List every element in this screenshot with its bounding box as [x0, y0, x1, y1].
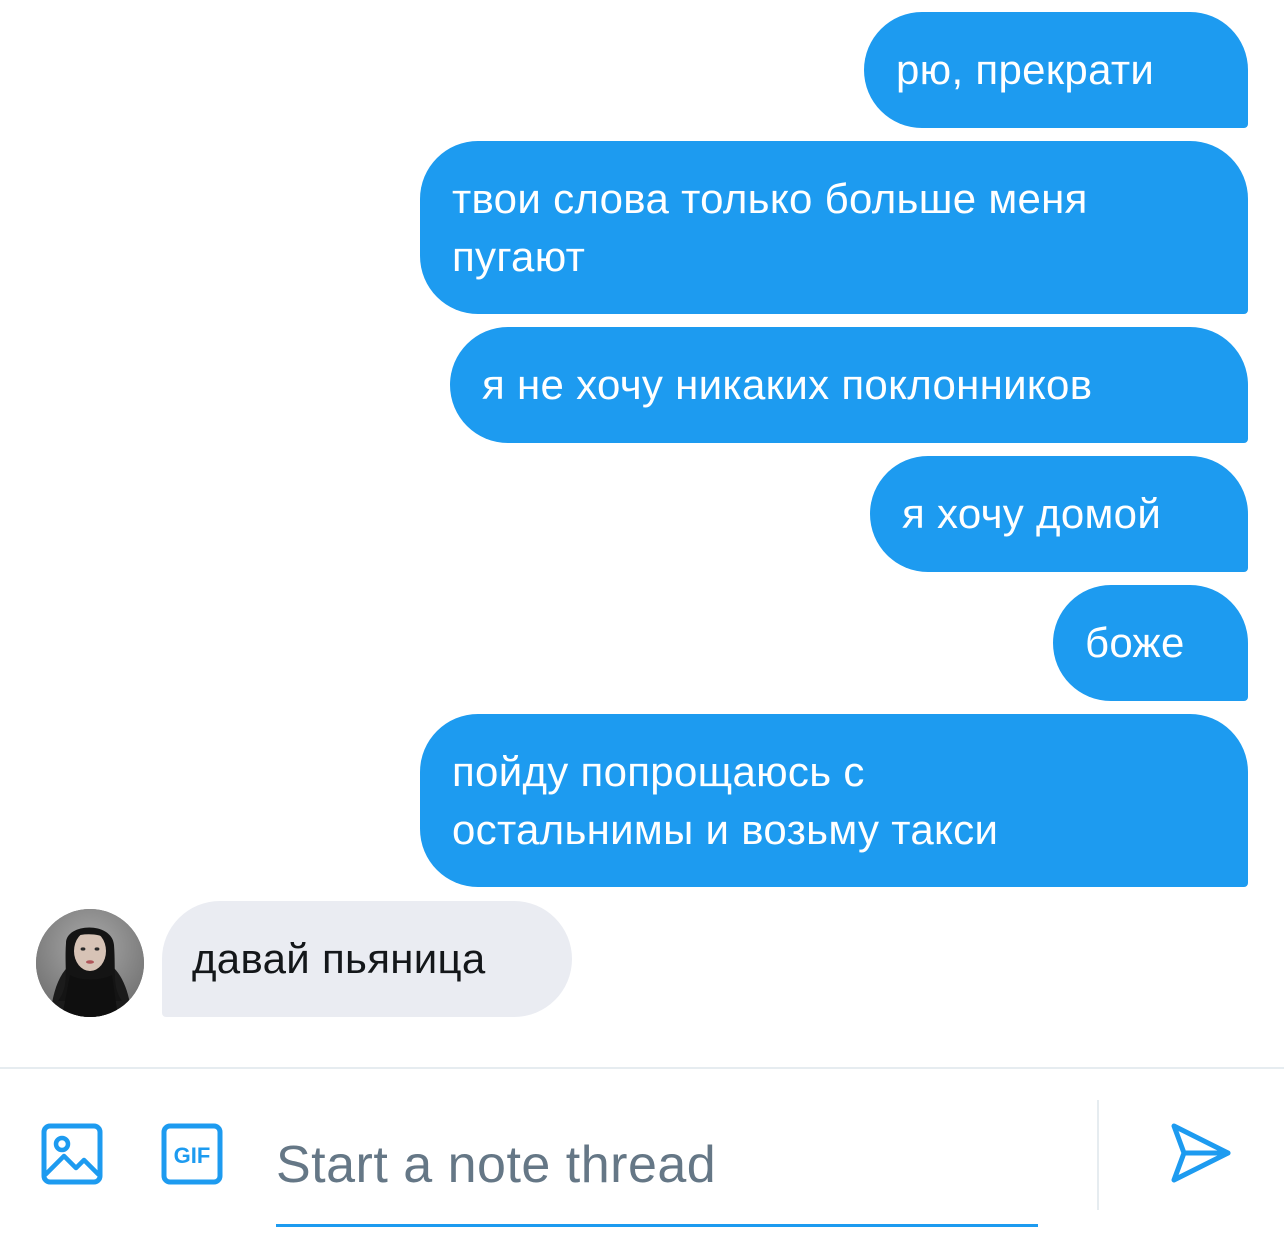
message-bubble-outgoing[interactable]: я хочу домой	[870, 456, 1248, 572]
message-text-line: пойду попрощаюсь с	[452, 748, 865, 795]
message-text-line: я хочу домой	[902, 490, 1162, 537]
composer-divider	[1097, 1100, 1099, 1210]
message-bubble-outgoing[interactable]: боже	[1053, 585, 1248, 701]
avatar[interactable]	[36, 909, 144, 1017]
gif-label: GIF	[174, 1143, 211, 1168]
image-icon	[41, 1123, 103, 1185]
message-thread: рю, прекрати твои слова только больше ме…	[0, 0, 1284, 1068]
message-text-line: пугают	[452, 233, 586, 280]
message-bubble-outgoing[interactable]: твои слова только больше меня пугают	[420, 141, 1248, 314]
send-icon	[1171, 1123, 1231, 1183]
message-text-line: рю, прекрати	[896, 46, 1155, 93]
note-thread-input[interactable]	[276, 1110, 1038, 1220]
add-gif-button[interactable]: GIF	[160, 1122, 224, 1186]
message-text-line: я не хочу никаких поклонников	[482, 361, 1093, 408]
message-text-line: остальнимы и возьму такси	[452, 806, 999, 853]
message-text-line: боже	[1085, 619, 1185, 666]
send-button[interactable]	[1168, 1120, 1234, 1186]
avatar-photo	[36, 909, 144, 1017]
message-bubble-incoming[interactable]: давай пьяница	[162, 901, 572, 1017]
gif-icon: GIF	[161, 1123, 223, 1185]
message-bubble-outgoing[interactable]: рю, прекрати	[864, 12, 1248, 128]
input-underline	[276, 1224, 1038, 1227]
message-bubble-outgoing[interactable]: я не хочу никаких поклонников	[450, 327, 1248, 443]
message-text-line: давай пьяница	[192, 935, 486, 982]
add-media-button[interactable]	[40, 1122, 104, 1186]
message-text-line: твои слова только больше меня	[452, 175, 1088, 222]
message-bubble-outgoing[interactable]: пойду попрощаюсь с остальнимы и возьму т…	[420, 714, 1248, 887]
